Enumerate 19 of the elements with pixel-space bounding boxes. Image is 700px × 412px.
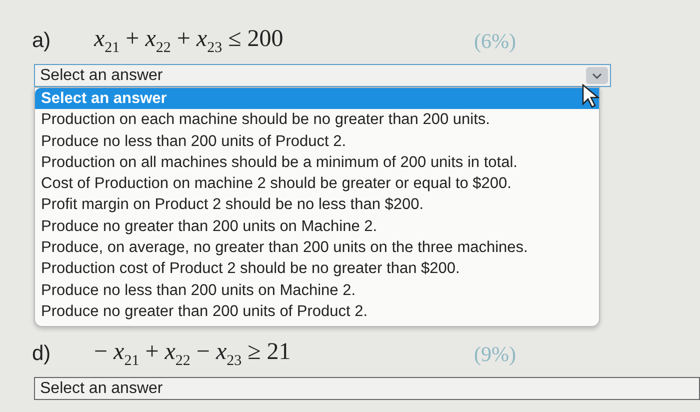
weight-label: (9%) — [474, 342, 516, 366]
weight-label: (6%) — [474, 28, 516, 54]
dropdown-option[interactable]: Produce, on average, no greater than 200 units on the three machines. — [35, 237, 599, 258]
math-expression: x$_{21}$ + x$_{22}$ + x$_{23}$ ≤ 200 — [94, 26, 284, 56]
math-expression: − x$_{21}$ + x$_{22}$ − x$_{23}$ ≥ 21 — [94, 338, 292, 370]
question-label: d) — [32, 342, 52, 366]
answer-select[interactable]: Select an answer — [34, 377, 700, 400]
dropdown-option[interactable]: Cost of Production on machine 2 should be greater or equal to $200. — [35, 173, 599, 194]
dropdown-option[interactable]: Produce no less than 200 units on Machine 2. — [35, 280, 599, 301]
dropdown-option[interactable]: Production cost of Product 2 should be no greater than $200. — [35, 258, 599, 280]
dropdown-option[interactable]: Production on each machine should be no greater than 200 units. — [35, 109, 599, 131]
caret-icon — [586, 67, 608, 84]
dropdown-option[interactable]: Profit margin on Product 2 should be no less than $200. — [35, 194, 599, 216]
dropdown-option[interactable]: Produce no greater than 200 units of Product 2. — [35, 300, 599, 322]
answer-select[interactable]: Select an answer — [34, 64, 611, 87]
dropdown-option[interactable]: Produce no greater than 200 units on Machine 2. — [35, 216, 599, 238]
dropdown-option[interactable]: Produce no less than 200 units of Product 2. — [35, 130, 599, 152]
question-label: a) — [32, 29, 52, 53]
dropdown-option[interactable]: Production on all machines should be a minimum of 200 units in total. — [35, 152, 599, 174]
